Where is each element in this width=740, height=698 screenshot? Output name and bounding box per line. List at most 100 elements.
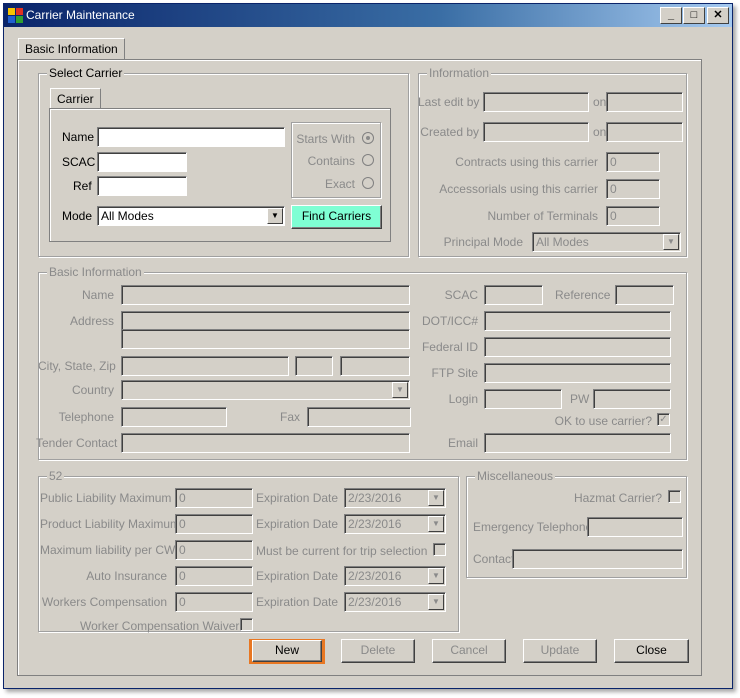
- scac-label: SCAC: [62, 155, 96, 169]
- tender-contact-input: [121, 433, 410, 453]
- hazmat-label: Hazmat Carrier?: [573, 491, 662, 505]
- title-bar[interactable]: Carrier Maintenance _ □ ✕: [4, 4, 732, 27]
- fax-label: Fax: [280, 410, 301, 424]
- tab-basic-information[interactable]: Basic Information: [18, 38, 125, 60]
- telephone-label: Telephone: [58, 410, 114, 424]
- exact-radio[interactable]: [362, 177, 374, 189]
- fax-input: [307, 407, 411, 427]
- mode-select[interactable]: All Modes ▼: [97, 206, 285, 226]
- auto-insurance-input: 0: [175, 566, 253, 586]
- must-be-current-checkbox[interactable]: [433, 543, 446, 556]
- ok-to-use-checkbox[interactable]: ✓: [657, 413, 670, 426]
- last-edit-on-label: on: [593, 95, 607, 109]
- email-input: [484, 433, 671, 453]
- basic-scac-label: SCAC: [444, 288, 478, 302]
- max-liability-cwt-input: 0: [175, 540, 253, 560]
- ftp-site-label: FTP Site: [431, 366, 478, 380]
- chevron-down-icon: ▼: [428, 568, 444, 584]
- state-input: [295, 356, 333, 376]
- starts-with-radio[interactable]: [362, 132, 374, 144]
- address-label: Address: [69, 314, 114, 328]
- hazmat-checkbox[interactable]: [668, 490, 681, 503]
- mode-select-value: All Modes: [101, 209, 154, 223]
- login-input: [484, 389, 562, 409]
- ftp-site-input: [484, 363, 671, 383]
- product-liability-label: Product Liability Maximum: [40, 517, 181, 531]
- must-be-current-label: Must be current for trip selection: [256, 544, 428, 558]
- auto-insurance-label: Auto Insurance: [86, 569, 167, 583]
- pw-input: [593, 389, 671, 409]
- contains-radio[interactable]: [362, 154, 374, 166]
- product-exp-label: Expiration Date: [256, 517, 339, 531]
- tab-carrier[interactable]: Carrier: [50, 88, 101, 110]
- tender-contact-label: Tender Contact: [36, 436, 118, 450]
- public-exp-date: 2/23/2016 ▼: [344, 488, 446, 508]
- last-edit-label: Last edit by: [418, 95, 480, 109]
- email-label: Email: [447, 436, 478, 450]
- created-date-input: [606, 122, 683, 142]
- contracts-label: Contracts using this carrier: [455, 155, 598, 169]
- cancel-button[interactable]: Cancel: [432, 639, 506, 663]
- pw-label: PW: [570, 392, 590, 406]
- workers-exp-date: 2/23/2016 ▼: [344, 592, 446, 612]
- miscellaneous-legend: Miscellaneous: [475, 469, 556, 483]
- accessorials-label: Accessorials using this carrier: [439, 182, 598, 196]
- public-exp-date-value: 2/23/2016: [348, 491, 402, 505]
- city-input: [121, 356, 289, 376]
- close-window-button[interactable]: ✕: [707, 7, 729, 24]
- public-liability-input: 0: [175, 488, 253, 508]
- minimize-button[interactable]: _: [660, 7, 682, 24]
- created-by-label: Created by: [420, 125, 479, 139]
- chevron-down-icon: ▼: [428, 490, 444, 506]
- workers-comp-input: 0: [175, 592, 253, 612]
- update-button[interactable]: Update: [523, 639, 597, 663]
- city-state-zip-label: City, State, Zip: [38, 359, 116, 373]
- federal-id-input: [484, 337, 671, 357]
- chevron-down-icon: ▼: [428, 594, 444, 610]
- emergency-telephone-label: Emergency Telephone: [473, 520, 593, 534]
- starts-with-label: Starts With: [296, 132, 355, 146]
- basic-scac-input: [484, 285, 543, 305]
- country-label: Country: [71, 383, 114, 397]
- chevron-down-icon: ▼: [428, 516, 444, 532]
- address-line2-input: [121, 329, 410, 349]
- chevron-down-icon: ▼: [392, 382, 408, 398]
- maximize-button[interactable]: □: [683, 7, 705, 24]
- close-button[interactable]: Close: [614, 639, 689, 663]
- chevron-down-icon[interactable]: ▼: [267, 208, 283, 224]
- contact-label: Contact: [473, 552, 515, 566]
- find-carriers-button[interactable]: Find Carriers: [291, 205, 382, 229]
- created-on-label: on: [593, 125, 607, 139]
- scac-input[interactable]: [97, 152, 187, 172]
- select-carrier-legend: Select Carrier: [47, 66, 125, 80]
- ref-label: Ref: [73, 179, 92, 193]
- app-icon: [8, 8, 23, 23]
- new-button[interactable]: New: [252, 640, 322, 662]
- dot-icc-label: DOT/ICC#: [421, 314, 478, 328]
- contains-label: Contains: [307, 154, 355, 168]
- public-liability-label: Public Liability Maximum: [40, 491, 172, 505]
- window-title: Carrier Maintenance: [26, 8, 135, 22]
- principal-mode-label: Principal Mode: [443, 235, 523, 249]
- workers-comp-waiver-label: Worker Compensation Waiver: [80, 619, 240, 633]
- basic-information-legend: Basic Information: [47, 265, 144, 279]
- federal-id-label: Federal ID: [421, 340, 478, 354]
- last-edit-input: [483, 92, 589, 112]
- workers-comp-waiver-checkbox[interactable]: [240, 618, 253, 631]
- name-input[interactable]: [97, 127, 285, 147]
- ref-input[interactable]: [97, 176, 187, 196]
- delete-button[interactable]: Delete: [341, 639, 415, 663]
- workers-exp-label: Expiration Date: [256, 595, 339, 609]
- workers-exp-date-value: 2/23/2016: [348, 595, 402, 609]
- basic-name-label: Name: [81, 288, 114, 302]
- telephone-input: [121, 407, 227, 427]
- mode-label: Mode: [62, 209, 93, 223]
- accessorials-value: 0: [606, 179, 660, 199]
- max-liability-cwt-label: Maximum liability per CWT: [40, 543, 183, 557]
- product-liability-input: 0: [175, 514, 253, 534]
- name-label: Name: [62, 130, 95, 144]
- information-legend: Information: [427, 66, 492, 80]
- product-exp-date-value: 2/23/2016: [348, 517, 402, 531]
- auto-exp-date-value: 2/23/2016: [348, 569, 402, 583]
- product-exp-date: 2/23/2016 ▼: [344, 514, 446, 534]
